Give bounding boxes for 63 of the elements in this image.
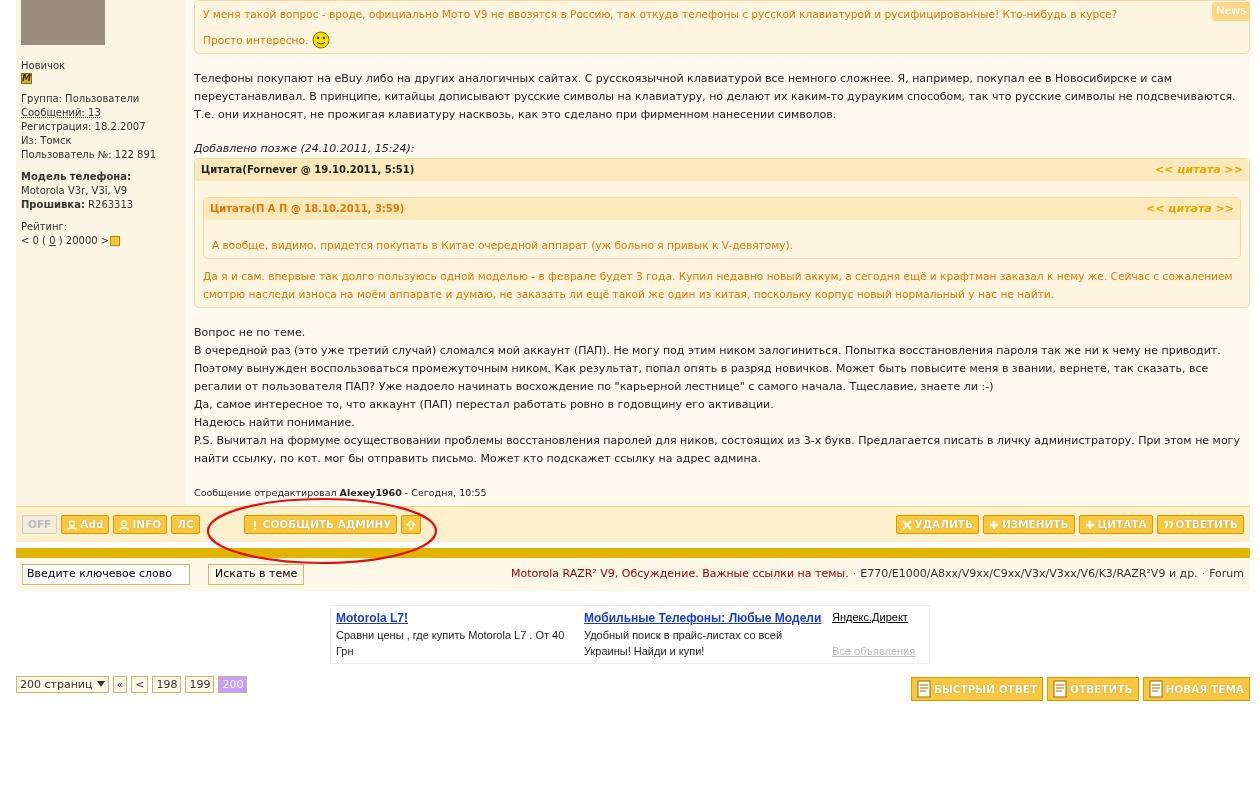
quote-text: А вообще, видимо, придется покупать в Китае очередной аппарат (уж больно я привык к V-девятому). bbox=[211, 238, 795, 253]
breadcrumb-link[interactable]: E770/E1000/A8xx/V9xx/C9xx/V3x/V3xx/V6/K3/RAZR²V9 и др. bbox=[860, 566, 1198, 583]
quote-header: Цитата(Fornever @ 19.10.2011, 5:51) bbox=[201, 163, 415, 177]
page-link[interactable]: 199 bbox=[185, 675, 215, 693]
message-text: Вопрос не по теме. bbox=[194, 325, 307, 341]
page-count-dropdown[interactable]: 200 страниц bbox=[16, 675, 109, 693]
user-button[interactable]: INFO bbox=[113, 515, 168, 534]
page-link[interactable]: 200 bbox=[218, 675, 248, 693]
quote-text: Да я и сам. впервые так долго пользуюсь одной моделью - в феврале будет 3 года. Купил недавно новый аккум, а сегодня ещё и крафтман заказал к нему же. Сейчас с сожалением смотрю наследи износа на моём аппарате и думаю, не заказать ли ещё такой же один из китая, поскольку корпус новый нормальный у нас не найти. bbox=[202, 269, 1234, 302]
quote-text: У меня такой вопрос - вроде, официально Мото V9 не ввозятся в Россию, так откуда телефоны с русской клавиатурой и русифицированные! Кто-нибудь в курсе? bbox=[203, 7, 1119, 22]
search-button[interactable]: Искать в теме bbox=[208, 564, 305, 585]
added-later-note: Добавлено позже (24.10.2011, 15:24): bbox=[194, 141, 416, 157]
post-action-button[interactable]: ЦИТАТА bbox=[1078, 515, 1153, 534]
all-ads-link[interactable]: Все объявления bbox=[832, 643, 916, 660]
profile-info: Из: Томск bbox=[21, 134, 73, 148]
posts-count-link[interactable]: Сообщений: 13 bbox=[21, 106, 181, 120]
ad-provider-link[interactable]: Яндекс.Директ bbox=[832, 608, 916, 625]
firmware-label: Прошивка: bbox=[21, 199, 85, 210]
ad-title-link[interactable]: Мобильные Телефоны: Любые Модели bbox=[584, 608, 824, 627]
rating-value-link[interactable]: 0 bbox=[49, 234, 56, 248]
offline-status[interactable]: OFF bbox=[22, 515, 58, 534]
previous-page-link[interactable]: < bbox=[131, 675, 149, 693]
breadcrumb-separator: · bbox=[852, 566, 857, 582]
breadcrumb-link[interactable]: Forum bbox=[1209, 566, 1244, 583]
breadcrumb-separator: · bbox=[1201, 566, 1206, 582]
message-text: P.S. Вычитал на формуме осуществовании проблемы восстановления паролей для ников, состоящих из 3-х букв. Предлагается писать в личку администратору. При этом не могу найти ссылку, по кот. мог бы отправить письмо. Может кто подскажет ссылку на адрес админа. bbox=[194, 433, 1241, 467]
ad-text: Удобный поиск в прайс-листах со всей Украины! Найди и купи! bbox=[584, 627, 784, 659]
topic-button[interactable]: БЫСТРЫЙ ОТВЕТ bbox=[910, 676, 1044, 701]
rating-label: Рейтинг: bbox=[21, 220, 69, 234]
topic-button[interactable]: НОВАЯ ТЕМА bbox=[1142, 676, 1250, 701]
message-text: В очередной раз (это уже третий случай) сломался мой аккаунт (ПАП). Не могу под этим ником залогиниться. Попытка восстановления пароля так же ни к чему не приводит. Поэтому вынужден воспользоваться промежуточным ником. Как результат, попал опять в разряд новичков. Может быть повысите меня в звании, вернете, так сказать, все регалии от пользователя ПАП? Уже надоело начинать восхождение по "карьерной лестнице" с самого начала. Тщеславие, знаете ли :-) bbox=[194, 343, 1222, 395]
message-text: Надеюсь найти понимание. bbox=[194, 415, 356, 431]
rating-text: ) 20000 > bbox=[57, 234, 110, 248]
message-text: Да, самое интересное то, что аккаунт (ПАП) перестал работать ровно в годовщину его активации. bbox=[194, 397, 775, 413]
quote-header: Цитата(П А П @ 18.10.2011, 3:59) bbox=[210, 202, 405, 216]
topic-button[interactable]: ОТВЕТИТЬ bbox=[1047, 676, 1139, 701]
ad-text: Сравни цены , где купить Motorola L7 . От 40 Грн bbox=[336, 627, 566, 659]
user-button[interactable]: ЛС bbox=[171, 515, 200, 534]
breadcrumb-link[interactable]: Motorola RAZR² V9, Обсуждение. Важные ссылки на темы. bbox=[510, 566, 849, 583]
ad-title-link[interactable]: Motorola L7! bbox=[336, 608, 576, 627]
edit-note: Сообщение отредактировал Alexey1960 - Сегодня, 10:55 bbox=[194, 486, 488, 500]
profile-info: Группа: Пользователи bbox=[21, 92, 141, 106]
rank-badge: M bbox=[21, 73, 32, 84]
quote-link[interactable]: << цитата >> bbox=[1146, 200, 1234, 218]
quote-text: Просто интересно. bbox=[203, 33, 309, 48]
page-link[interactable]: 198 bbox=[152, 675, 182, 693]
rating-text: < 0 ( bbox=[21, 234, 47, 248]
post-action-button[interactable]: УДАЛИТЬ bbox=[895, 515, 979, 534]
firmware-value: R263313 bbox=[87, 199, 134, 210]
news-tab[interactable]: News bbox=[1212, 2, 1250, 21]
first-page-link[interactable]: « bbox=[112, 675, 128, 693]
phone-model-label: Модель телефона: bbox=[21, 170, 132, 184]
report-button[interactable]: СООБЩИТЬ АДМИНУ bbox=[243, 515, 398, 534]
post-action-button[interactable]: ИЗМЕНИТЬ bbox=[982, 515, 1075, 534]
profile-info: Пользователь №: 122 891 bbox=[21, 148, 158, 162]
phone-model: Motorola V3r, V3i, V9 bbox=[21, 184, 129, 198]
post-action-button[interactable]: ОТВЕТИТЬ bbox=[1156, 515, 1244, 534]
post-paragraph: Телефоны покупают на eBuy либо на других аналогичных сайтах. С русскоязычной клавиатурой все немного сложнее. Я, например, покупал ее в Новосибирске и сам переустанавливал. В принципе, китайцы дописывают русские символы на клавиатуру, но делают их каким-то дурауким способом, так что русские символы не подсвечиваются. Т.е. они ихнаносят, не прожигая клавиатуру насквозь, как это сделано при фирменном нанесении символов. bbox=[194, 71, 1237, 123]
profile-info: Регистрация: 18.2.2007 bbox=[21, 120, 147, 134]
user-button[interactable]: Add bbox=[61, 515, 110, 534]
user-rank: Новичок bbox=[21, 59, 67, 73]
quote-link[interactable]: << цитата >> bbox=[1155, 161, 1243, 179]
search-field[interactable]: Введите ключевое слово bbox=[22, 564, 190, 585]
